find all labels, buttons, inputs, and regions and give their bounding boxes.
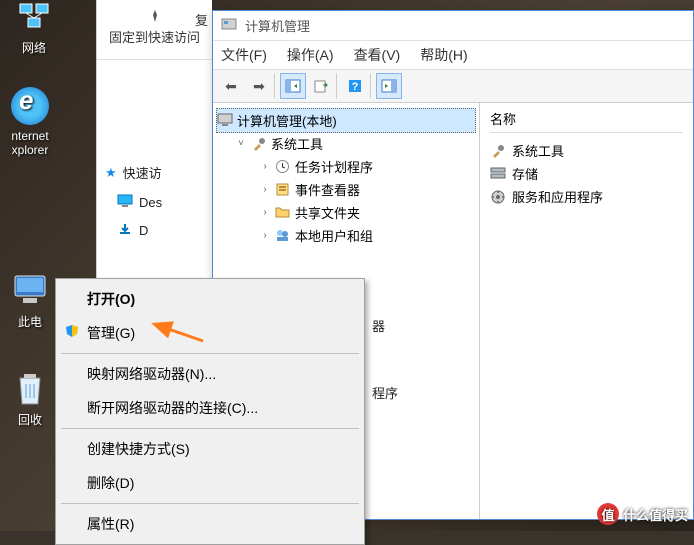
clock-icon: [275, 159, 291, 175]
event-icon: [275, 182, 291, 198]
item-label: 服务和应用程序: [512, 187, 603, 206]
menu-help[interactable]: 帮助(H): [420, 45, 467, 65]
users-icon: [275, 228, 291, 244]
expand-icon[interactable]: ›: [259, 207, 271, 218]
desktop-icon-network[interactable]: 网络: [4, 0, 64, 56]
help-button[interactable]: ?: [342, 73, 371, 99]
export-button[interactable]: [308, 73, 337, 99]
tree-systools[interactable]: ˅ 系统工具: [217, 132, 475, 155]
icon-label: xplorer: [0, 143, 60, 157]
tree-sharedfolders[interactable]: › 共享文件夹: [217, 201, 475, 224]
app-icon: [221, 18, 237, 34]
download-icon: [117, 222, 133, 238]
back-button[interactable]: ⬅: [218, 73, 244, 99]
desktop-icon-thispc[interactable]: 此电: [0, 270, 60, 330]
menu-separator: [61, 503, 359, 504]
forward-button[interactable]: ➡: [246, 73, 275, 99]
desktop-icon-ie[interactable]: nternet xplorer: [0, 86, 60, 157]
tree-label: 共享文件夹: [295, 203, 360, 222]
watermark-badge: 值: [597, 503, 619, 525]
expand-icon[interactable]: ›: [259, 184, 271, 195]
watermark-text: 什么值得买: [623, 505, 688, 524]
icon-label: 网络: [4, 39, 64, 56]
copy-fragment: 复: [195, 10, 208, 29]
menu-separator: [61, 353, 359, 354]
icon-label: 此电: [0, 313, 60, 330]
storage-icon: [490, 166, 506, 182]
d-quickitem[interactable]: D: [97, 219, 212, 241]
tree-root[interactable]: 计算机管理(本地): [216, 108, 476, 133]
show-actions-button[interactable]: [376, 73, 402, 99]
ctx-properties[interactable]: 属性(R): [59, 507, 361, 541]
menu-file[interactable]: 文件(F): [221, 45, 267, 65]
context-menu: 打开(O) 管理(G) 映射网络驱动器(N)... 断开网络驱动器的连接(C).…: [55, 278, 365, 545]
window-title: 计算机管理: [245, 16, 310, 35]
menu-separator: [61, 428, 359, 429]
ctx-open[interactable]: 打开(O): [59, 282, 361, 316]
column-header-name[interactable]: 名称: [490, 109, 683, 133]
svg-text:?: ?: [352, 81, 359, 93]
list-item[interactable]: 服务和应用程序: [490, 185, 683, 208]
menu-view[interactable]: 查看(V): [354, 45, 401, 65]
monitor-icon: [117, 194, 133, 210]
watermark: 值 什么值得买: [597, 503, 688, 525]
desktop-icon-recycle[interactable]: 回收: [0, 368, 60, 428]
ctx-shortcut[interactable]: 创建快捷方式(S): [59, 432, 361, 466]
expand-icon[interactable]: ›: [259, 230, 271, 241]
pin-to-quickaccess[interactable]: 固定到快速访问: [109, 29, 200, 47]
expand-icon[interactable]: ›: [259, 161, 271, 172]
icon-label: nternet: [0, 129, 60, 143]
item-label: Des: [139, 195, 162, 210]
shield-icon: [65, 324, 79, 338]
list-item[interactable]: 存储: [490, 162, 683, 185]
pin-icon: [147, 8, 163, 24]
toolbar: ⬅ ➡ ?: [213, 69, 693, 103]
menubar: 文件(F) 操作(A) 查看(V) 帮助(H): [213, 41, 693, 69]
computer-icon: [217, 113, 233, 129]
folder-icon: [275, 205, 291, 221]
ie-icon: [10, 86, 50, 126]
tree-localusers[interactable]: › 本地用户和组: [217, 224, 475, 247]
thispc-icon: [10, 270, 50, 310]
partial-tree-labels: 器 程序: [372, 310, 398, 410]
icon-label: 回收: [0, 411, 60, 428]
tree-label: 系统工具: [271, 134, 323, 153]
tree-label: 本地用户和组: [295, 226, 373, 245]
tree-eventviewer[interactable]: › 事件查看器: [217, 178, 475, 201]
collapse-icon[interactable]: ˅: [235, 138, 247, 149]
ctx-disconnect[interactable]: 断开网络驱动器的连接(C)...: [59, 391, 361, 425]
item-label: 系统工具: [512, 141, 564, 160]
desktop-quickitem[interactable]: Des: [97, 191, 212, 213]
network-icon: [14, 0, 54, 36]
list-item[interactable]: 系统工具: [490, 139, 683, 162]
ctx-delete[interactable]: 删除(D): [59, 466, 361, 500]
ctx-map-drive[interactable]: 映射网络驱动器(N)...: [59, 357, 361, 391]
star-icon: ★: [105, 165, 117, 181]
item-label: 存储: [512, 164, 538, 183]
ctx-manage[interactable]: 管理(G): [59, 316, 361, 350]
services-icon: [490, 189, 506, 205]
tree-label: 计算机管理(本地): [237, 111, 337, 130]
quickaccess-item[interactable]: ★ 快速访: [97, 160, 212, 185]
show-hide-tree-button[interactable]: [280, 73, 306, 99]
tree-taskscheduler[interactable]: › 任务计划程序: [217, 155, 475, 178]
right-panel: 名称 系统工具 存储 服务和应用程序: [480, 103, 693, 519]
item-label: D: [139, 223, 148, 238]
tools-icon: [251, 136, 267, 152]
separator: [97, 59, 212, 60]
tree-label: 事件查看器: [295, 180, 360, 199]
recycle-icon: [10, 368, 50, 408]
tree-label: 任务计划程序: [295, 157, 373, 176]
item-label: 快速访: [123, 163, 162, 182]
titlebar[interactable]: 计算机管理: [213, 11, 693, 41]
tools-icon: [490, 143, 506, 159]
menu-action[interactable]: 操作(A): [287, 45, 334, 65]
